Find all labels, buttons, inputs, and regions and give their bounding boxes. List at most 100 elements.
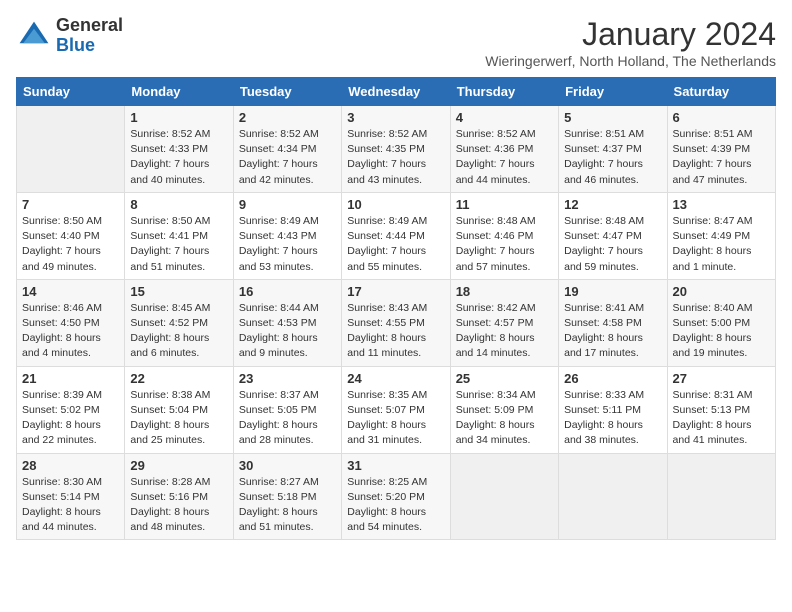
day-number: 31 bbox=[347, 458, 444, 473]
calendar-cell: 10 Sunrise: 8:49 AMSunset: 4:44 PMDayligh… bbox=[342, 192, 450, 279]
day-number: 20 bbox=[673, 284, 770, 299]
day-number: 1 bbox=[130, 110, 227, 125]
day-info: Sunrise: 8:50 AMSunset: 4:40 PMDaylight:… bbox=[22, 214, 119, 275]
calendar-cell: 13 Sunrise: 8:47 AMSunset: 4:49 PMDayligh… bbox=[667, 192, 775, 279]
calendar-cell: 29 Sunrise: 8:28 AMSunset: 5:16 PMDayligh… bbox=[125, 453, 233, 540]
calendar-cell: 11 Sunrise: 8:48 AMSunset: 4:46 PMDayligh… bbox=[450, 192, 558, 279]
day-number: 4 bbox=[456, 110, 553, 125]
calendar-cell: 25 Sunrise: 8:34 AMSunset: 5:09 PMDayligh… bbox=[450, 366, 558, 453]
day-info: Sunrise: 8:39 AMSunset: 5:02 PMDaylight:… bbox=[22, 388, 119, 449]
day-number: 19 bbox=[564, 284, 661, 299]
day-info: Sunrise: 8:48 AMSunset: 4:46 PMDaylight:… bbox=[456, 214, 553, 275]
day-info: Sunrise: 8:43 AMSunset: 4:55 PMDaylight:… bbox=[347, 301, 444, 362]
logo-text: General Blue bbox=[56, 16, 123, 56]
day-info: Sunrise: 8:30 AMSunset: 5:14 PMDaylight:… bbox=[22, 475, 119, 536]
calendar-cell bbox=[450, 453, 558, 540]
day-info: Sunrise: 8:28 AMSunset: 5:16 PMDaylight:… bbox=[130, 475, 227, 536]
day-number: 22 bbox=[130, 371, 227, 386]
calendar-cell: 26Sunrise: 8:33 AMSunset: 5:11 PMDayligh… bbox=[559, 366, 667, 453]
header-saturday: Saturday bbox=[667, 78, 775, 106]
day-info: Sunrise: 8:47 AMSunset: 4:49 PMDaylight:… bbox=[673, 214, 770, 275]
calendar-cell bbox=[559, 453, 667, 540]
calendar-cell: 12 Sunrise: 8:48 AMSunset: 4:47 PMDayligh… bbox=[559, 192, 667, 279]
day-number: 23 bbox=[239, 371, 336, 386]
calendar-cell: 3Sunrise: 8:52 AMSunset: 4:35 PMDaylight… bbox=[342, 106, 450, 193]
calendar-cell: 9Sunrise: 8:49 AMSunset: 4:43 PMDaylight… bbox=[233, 192, 341, 279]
calendar-cell: 31 Sunrise: 8:25 AMSunset: 5:20 PMDayligh… bbox=[342, 453, 450, 540]
logo-icon bbox=[16, 18, 52, 54]
day-info: Sunrise: 8:46 AMSunset: 4:50 PMDaylight:… bbox=[22, 301, 119, 362]
calendar-week-row: 28 Sunrise: 8:30 AMSunset: 5:14 PMDayligh… bbox=[17, 453, 776, 540]
day-info: Sunrise: 8:45 AMSunset: 4:52 PMDaylight:… bbox=[130, 301, 227, 362]
calendar-cell: 15 Sunrise: 8:45 AMSunset: 4:52 PMDayligh… bbox=[125, 279, 233, 366]
header-tuesday: Tuesday bbox=[233, 78, 341, 106]
title-block: January 2024 Wieringerwerf, North Hollan… bbox=[485, 16, 776, 69]
day-number: 21 bbox=[22, 371, 119, 386]
day-info: Sunrise: 8:49 AMSunset: 4:43 PMDaylight:… bbox=[239, 214, 336, 275]
day-number: 2 bbox=[239, 110, 336, 125]
day-number: 16 bbox=[239, 284, 336, 299]
calendar-cell: 20 Sunrise: 8:40 AMSunset: 5:00 PMDayligh… bbox=[667, 279, 775, 366]
calendar-cell: 17 Sunrise: 8:43 AMSunset: 4:55 PMDayligh… bbox=[342, 279, 450, 366]
day-info: Sunrise: 8:48 AMSunset: 4:47 PMDaylight:… bbox=[564, 214, 661, 275]
day-info: Sunrise: 8:51 AMSunset: 4:37 PMDaylight:… bbox=[564, 127, 661, 188]
day-info: Sunrise: 8:40 AMSunset: 5:00 PMDaylight:… bbox=[673, 301, 770, 362]
day-info: Sunrise: 8:52 AMSunset: 4:34 PMDaylight:… bbox=[239, 127, 336, 188]
day-number: 13 bbox=[673, 197, 770, 212]
day-number: 24 bbox=[347, 371, 444, 386]
month-year-title: January 2024 bbox=[485, 16, 776, 53]
calendar-cell bbox=[17, 106, 125, 193]
day-info: Sunrise: 8:41 AMSunset: 4:58 PMDaylight:… bbox=[564, 301, 661, 362]
header-monday: Monday bbox=[125, 78, 233, 106]
day-number: 7 bbox=[22, 197, 119, 212]
calendar-week-row: 14 Sunrise: 8:46 AMSunset: 4:50 PMDayligh… bbox=[17, 279, 776, 366]
calendar-table: SundayMondayTuesdayWednesdayThursdayFrid… bbox=[16, 77, 776, 540]
calendar-cell: 8 Sunrise: 8:50 AMSunset: 4:41 PMDaylight… bbox=[125, 192, 233, 279]
day-number: 29 bbox=[130, 458, 227, 473]
day-info: Sunrise: 8:37 AMSunset: 5:05 PMDaylight:… bbox=[239, 388, 336, 449]
day-info: Sunrise: 8:50 AMSunset: 4:41 PMDaylight:… bbox=[130, 214, 227, 275]
day-info: Sunrise: 8:25 AMSunset: 5:20 PMDaylight:… bbox=[347, 475, 444, 536]
header-sunday: Sunday bbox=[17, 78, 125, 106]
day-info: Sunrise: 8:51 AMSunset: 4:39 PMDaylight:… bbox=[673, 127, 770, 188]
header-wednesday: Wednesday bbox=[342, 78, 450, 106]
calendar-cell: 14 Sunrise: 8:46 AMSunset: 4:50 PMDayligh… bbox=[17, 279, 125, 366]
calendar-cell: 4Sunrise: 8:52 AMSunset: 4:36 PMDaylight… bbox=[450, 106, 558, 193]
day-number: 11 bbox=[456, 197, 553, 212]
day-info: Sunrise: 8:34 AMSunset: 5:09 PMDaylight:… bbox=[456, 388, 553, 449]
day-number: 6 bbox=[673, 110, 770, 125]
day-number: 30 bbox=[239, 458, 336, 473]
logo: General Blue bbox=[16, 16, 123, 56]
calendar-cell: 21 Sunrise: 8:39 AMSunset: 5:02 PMDayligh… bbox=[17, 366, 125, 453]
calendar-cell: 16 Sunrise: 8:44 AMSunset: 4:53 PMDayligh… bbox=[233, 279, 341, 366]
day-number: 27 bbox=[673, 371, 770, 386]
calendar-cell: 27Sunrise: 8:31 AMSunset: 5:13 PMDayligh… bbox=[667, 366, 775, 453]
day-number: 18 bbox=[456, 284, 553, 299]
day-number: 17 bbox=[347, 284, 444, 299]
calendar-cell: 28 Sunrise: 8:30 AMSunset: 5:14 PMDayligh… bbox=[17, 453, 125, 540]
day-number: 10 bbox=[347, 197, 444, 212]
calendar-cell: 7 Sunrise: 8:50 AMSunset: 4:40 PMDaylight… bbox=[17, 192, 125, 279]
header-friday: Friday bbox=[559, 78, 667, 106]
day-number: 3 bbox=[347, 110, 444, 125]
day-info: Sunrise: 8:49 AMSunset: 4:44 PMDaylight:… bbox=[347, 214, 444, 275]
day-info: Sunrise: 8:52 AMSunset: 4:33 PMDaylight:… bbox=[130, 127, 227, 188]
day-number: 28 bbox=[22, 458, 119, 473]
calendar-week-row: 7 Sunrise: 8:50 AMSunset: 4:40 PMDaylight… bbox=[17, 192, 776, 279]
day-number: 8 bbox=[130, 197, 227, 212]
calendar-cell: 22Sunrise: 8:38 AMSunset: 5:04 PMDayligh… bbox=[125, 366, 233, 453]
calendar-week-row: 21 Sunrise: 8:39 AMSunset: 5:02 PMDayligh… bbox=[17, 366, 776, 453]
calendar-cell bbox=[667, 453, 775, 540]
day-number: 12 bbox=[564, 197, 661, 212]
day-number: 15 bbox=[130, 284, 227, 299]
day-number: 26 bbox=[564, 371, 661, 386]
calendar-cell: 30 Sunrise: 8:27 AMSunset: 5:18 PMDayligh… bbox=[233, 453, 341, 540]
page-header: General Blue January 2024 Wieringerwerf,… bbox=[16, 16, 776, 69]
calendar-header-row: SundayMondayTuesdayWednesdayThursdayFrid… bbox=[17, 78, 776, 106]
day-number: 14 bbox=[22, 284, 119, 299]
day-number: 5 bbox=[564, 110, 661, 125]
calendar-cell: 2 Sunrise: 8:52 AMSunset: 4:34 PMDaylight… bbox=[233, 106, 341, 193]
day-info: Sunrise: 8:44 AMSunset: 4:53 PMDaylight:… bbox=[239, 301, 336, 362]
day-number: 25 bbox=[456, 371, 553, 386]
day-info: Sunrise: 8:27 AMSunset: 5:18 PMDaylight:… bbox=[239, 475, 336, 536]
